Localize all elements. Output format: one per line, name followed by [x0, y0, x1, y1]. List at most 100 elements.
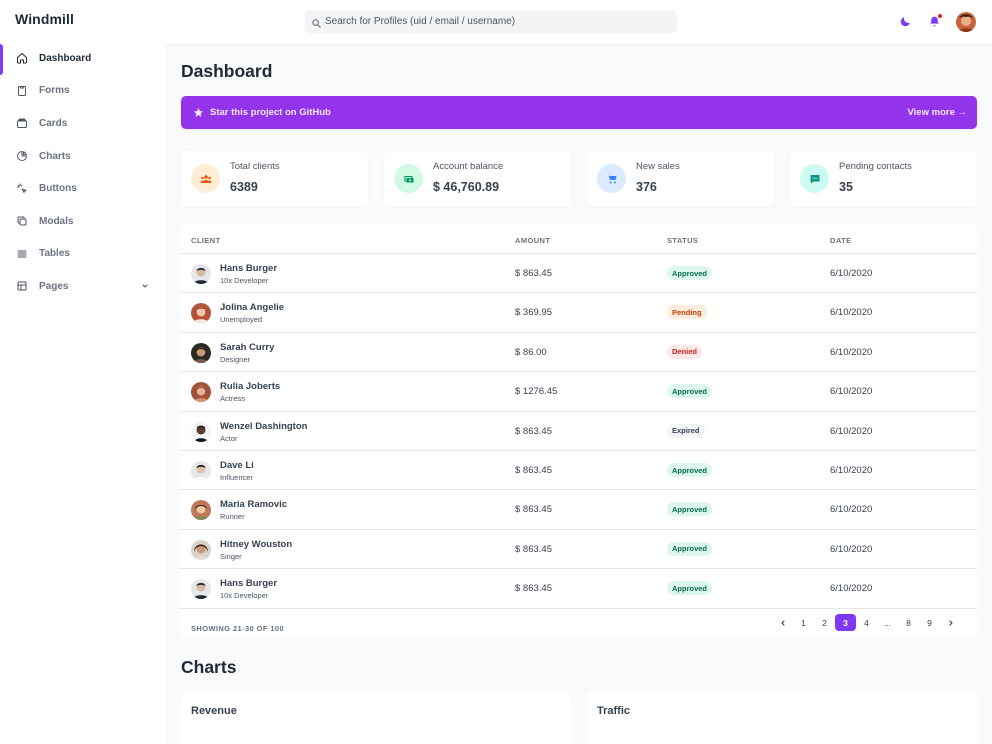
pagination-ellipsis: ...	[883, 617, 892, 628]
cash-icon	[394, 164, 423, 193]
date: 6/10/2020	[830, 386, 873, 398]
table-row[interactable]: Rulia Joberts Actress $ 1276.45 Approved…	[181, 372, 977, 412]
date: 6/10/2020	[830, 583, 873, 595]
column-header-amount: AMOUNT	[515, 236, 551, 245]
users-icon	[191, 164, 220, 193]
brand-logo[interactable]: Windmill	[15, 11, 74, 27]
avatar	[191, 461, 211, 481]
sidebar-item-charts[interactable]: Charts	[0, 140, 166, 173]
sidebar-item-tables[interactable]: Tables	[0, 238, 166, 271]
table-row[interactable]: Hitney Wouston Singer $ 863.45 Approved …	[181, 530, 977, 570]
table-row[interactable]: Wenzel Dashington Actor $ 863.45 Expired…	[181, 412, 977, 451]
column-header-status: STATUS	[667, 236, 699, 245]
avatar	[191, 303, 211, 324]
client-job: Actor	[220, 433, 238, 443]
table-row[interactable]: Dave Li Influencer $ 863.45 Approved 6/1…	[181, 451, 977, 491]
chart-card-title: Revenue	[191, 705, 237, 717]
sidebar-item-label: Tables	[39, 248, 70, 260]
chart-card-title: Traffic	[597, 705, 631, 717]
client-job: Designer	[220, 354, 251, 364]
sidebar-item-label: Pages	[39, 280, 69, 292]
client-name: Hans Burger	[220, 578, 278, 590]
sidebar-nav: Dashboard Forms Cards Charts Buttons Mod…	[0, 42, 166, 303]
client-name: Hitney Wouston	[220, 538, 293, 550]
table-row[interactable]: Jolina Angelie Unemployed $ 369.95 Pendi…	[181, 293, 977, 333]
stat-card-total-clients: Total clients 6389	[181, 151, 368, 207]
page-button-4[interactable]: 4	[856, 614, 877, 631]
client-name: Hans Burger	[220, 263, 278, 274]
pages-icon	[16, 280, 28, 292]
amount: $ 863.45	[515, 504, 552, 516]
date: 6/10/2020	[830, 504, 873, 516]
chart-card-traffic: Traffic	[587, 692, 977, 744]
avatar	[191, 579, 211, 600]
sidebar-item-dashboard[interactable]: Dashboard	[0, 42, 166, 75]
table-row[interactable]: Hans Burger 10x Developer $ 863.45 Appro…	[181, 569, 977, 609]
stat-value: 35	[839, 180, 853, 194]
stat-label: Total clients	[230, 161, 280, 172]
table-row[interactable]: Hans Burger 10x Developer $ 863.45 Appro…	[181, 254, 977, 294]
search-input[interactable]	[305, 10, 677, 33]
client-job: Runner	[220, 512, 245, 522]
stat-label: Pending contacts	[839, 161, 912, 172]
sidebar-item-pages[interactable]: Pages	[0, 270, 166, 303]
page-button-2[interactable]: 2	[814, 614, 835, 631]
pagination: 1 2 3 4 ... 8 9	[772, 614, 961, 631]
avatar[interactable]	[956, 12, 976, 32]
modals-icon	[16, 215, 28, 227]
table-row[interactable]: Sarah Curry Designer $ 86.00 Denied 6/10…	[181, 333, 977, 373]
chevron-down-icon[interactable]	[141, 282, 149, 290]
sidebar-item-label: Forms	[39, 85, 70, 97]
amount: $ 1276.45	[515, 386, 558, 398]
sidebar-item-modals[interactable]: Modals	[0, 205, 166, 238]
stat-value: 376	[636, 180, 657, 194]
section-title-charts: Charts	[181, 657, 237, 677]
page-button-1[interactable]: 1	[793, 614, 814, 631]
stat-label: Account balance	[433, 161, 504, 172]
notification-dot	[937, 13, 943, 19]
view-more-link[interactable]: View more →	[908, 107, 968, 118]
chat-icon	[800, 164, 829, 193]
client-name: Maria Ramovic	[220, 499, 288, 511]
main-content: Dashboard Star this project on GitHub Vi…	[166, 44, 992, 744]
sidebar: Windmill Dashboard Forms Cards Charts Bu…	[0, 0, 166, 744]
stats-cards: Total clients 6389 Account balance $ 46,…	[181, 151, 977, 207]
avatar	[191, 421, 211, 442]
pagination-next-button[interactable]	[940, 614, 961, 631]
sidebar-item-label: Modals	[39, 215, 74, 227]
page-button-3[interactable]: 3	[835, 614, 856, 631]
table-row[interactable]: Maria Ramovic Runner $ 863.45 Approved 6…	[181, 490, 977, 530]
sidebar-item-cards[interactable]: Cards	[0, 107, 166, 140]
amount: $ 863.45	[515, 465, 552, 476]
amount: $ 863.45	[515, 425, 552, 437]
client-job: 10x Developer	[220, 591, 269, 601]
stat-card-account-balance: Account balance $ 46,760.89	[384, 151, 571, 207]
bell-icon[interactable]	[928, 13, 943, 28]
amount: $ 863.45	[515, 268, 552, 279]
date: 6/10/2020	[830, 543, 873, 555]
page-button-8[interactable]: 8	[898, 614, 919, 631]
sidebar-item-buttons[interactable]: Buttons	[0, 172, 166, 205]
sidebar-item-forms[interactable]: Forms	[0, 75, 166, 108]
client-name: Jolina Angelie	[220, 302, 285, 314]
client-name: Wenzel Dashington	[220, 420, 308, 432]
date: 6/10/2020	[830, 425, 873, 437]
pagination-prev-button[interactable]	[772, 614, 793, 631]
column-header-client: CLIENT	[191, 236, 221, 245]
stat-card-pending-contacts: Pending contacts 35	[790, 151, 977, 207]
clients-table: CLIENT AMOUNT STATUS DATE Hans Burger 10…	[181, 224, 977, 638]
github-banner[interactable]: Star this project on GitHub View more →	[181, 96, 977, 129]
column-header-date: DATE	[830, 236, 852, 245]
search-bar	[305, 10, 677, 33]
stat-label: New sales	[636, 161, 680, 172]
avatar	[191, 264, 211, 284]
status-badge: Approved	[667, 384, 713, 399]
stat-value: 6389	[230, 180, 258, 194]
cursor-click-icon	[16, 183, 28, 195]
avatar	[191, 539, 211, 560]
star-icon	[193, 107, 204, 118]
moon-icon[interactable]	[899, 15, 912, 28]
chevron-left-icon	[780, 619, 785, 626]
page-button-9[interactable]: 9	[919, 614, 940, 631]
avatar	[191, 342, 211, 363]
